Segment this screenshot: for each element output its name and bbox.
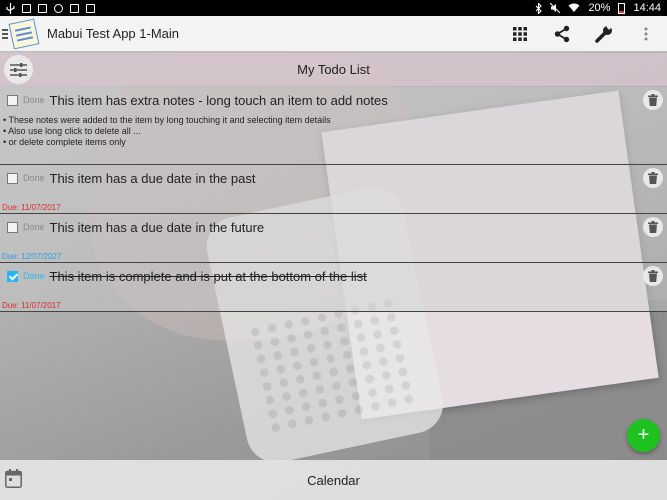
trash-icon	[648, 270, 658, 282]
settings-button[interactable]	[583, 16, 625, 52]
overflow-menu-button[interactable]	[625, 16, 667, 52]
item-text: This item has a due date in the past	[49, 170, 256, 186]
app-bar: Mabui Test App 1-Main	[0, 16, 667, 52]
overflow-menu-icon	[644, 27, 648, 40]
status-time: 14:44	[633, 2, 661, 14]
add-item-button[interactable]: +	[627, 419, 660, 452]
due-date: Due: 11/07/2017	[2, 203, 61, 212]
notification-icon	[86, 3, 95, 13]
app-title: Mabui Test App 1-Main	[47, 26, 179, 41]
done-label: Done	[23, 173, 45, 183]
done-label: Done	[23, 271, 45, 281]
note-line: • These notes were added to the item by …	[3, 115, 331, 125]
battery-percent: 20%	[588, 2, 611, 14]
mute-icon	[550, 3, 561, 13]
bottom-bar[interactable]: Calendar	[0, 460, 667, 500]
trash-icon	[648, 221, 658, 233]
share-icon	[554, 25, 570, 42]
app-logo-icon[interactable]	[8, 18, 40, 49]
list-title: My Todo List	[297, 62, 370, 77]
sync-icon	[54, 3, 63, 13]
done-checkbox[interactable]	[7, 94, 18, 106]
delete-button[interactable]	[643, 217, 663, 237]
usb-icon	[6, 2, 15, 14]
calendar-label: Calendar	[307, 472, 360, 488]
trash-icon	[648, 94, 658, 106]
status-bar: 20% 14:44	[0, 0, 667, 16]
item-notes: • These notes were added to the item by …	[0, 113, 667, 158]
trash-icon	[648, 172, 658, 184]
drawer-menu-icon[interactable]	[2, 28, 8, 39]
mail-icon	[70, 3, 79, 13]
calendar-icon[interactable]	[5, 469, 22, 488]
filter-sliders-icon	[10, 62, 27, 77]
due-date: Due: 11/07/2017	[2, 301, 61, 310]
done-label: Done	[23, 95, 45, 105]
battery-icon	[618, 2, 626, 14]
done-label: Done	[23, 222, 45, 232]
bluetooth-icon	[536, 2, 543, 14]
due-date: Due: 12/07/2027	[2, 252, 62, 261]
share-button[interactable]	[541, 16, 583, 52]
gallery-icon	[38, 3, 47, 13]
note-line: • Also use long click to delete all ...	[3, 126, 141, 136]
list-item[interactable]: Done This item has extra notes - long to…	[0, 87, 667, 165]
list-item[interactable]: Done This item has a due date in the fut…	[0, 214, 667, 263]
item-text: This item has a due date in the future	[49, 219, 265, 235]
item-text: This item is complete and is put at the …	[49, 268, 367, 284]
note-line: • or delete complete items only	[3, 137, 126, 147]
filter-button[interactable]	[4, 55, 33, 84]
todo-list: Done This item has extra notes - long to…	[0, 87, 667, 312]
done-checkbox[interactable]	[7, 221, 18, 233]
done-checkbox[interactable]	[7, 270, 18, 282]
delete-button[interactable]	[643, 90, 663, 110]
apps-grid-icon	[513, 26, 527, 41]
delete-button[interactable]	[643, 168, 663, 188]
done-checkbox[interactable]	[7, 172, 18, 184]
list-item[interactable]: Done This item is complete and is put at…	[0, 263, 667, 312]
wrench-icon	[595, 23, 613, 43]
screenshot-icon	[22, 3, 31, 13]
list-title-bar: My Todo List	[0, 53, 667, 86]
item-text: This item has extra notes - long touch a…	[49, 92, 388, 108]
list-item[interactable]: Done This item has a due date in the pas…	[0, 165, 667, 214]
apps-grid-button[interactable]	[499, 16, 541, 52]
wifi-icon	[568, 3, 580, 12]
delete-button[interactable]	[643, 266, 663, 286]
